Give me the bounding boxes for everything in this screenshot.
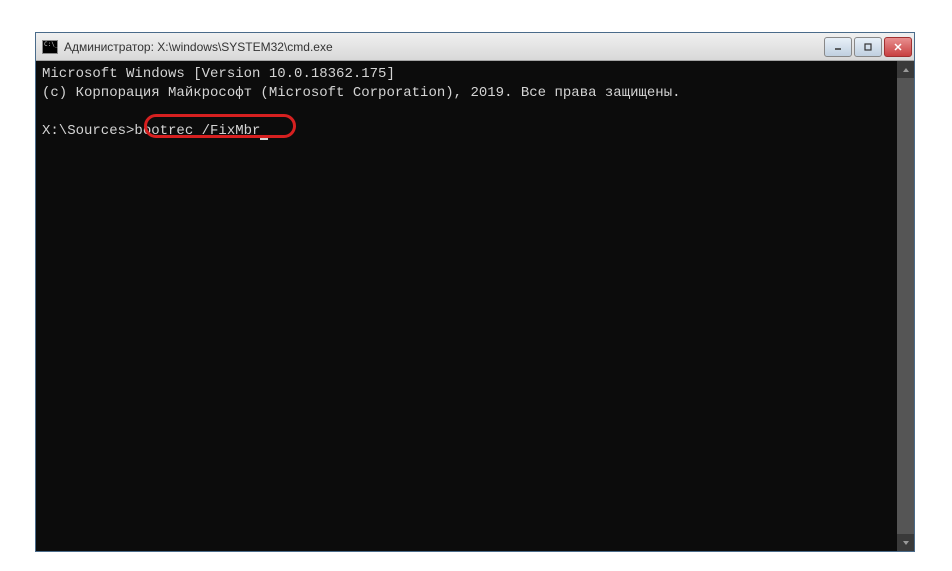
cmd-icon: [42, 40, 58, 54]
window-title: Администратор: X:\windows\SYSTEM32\cmd.e…: [64, 40, 824, 54]
cmd-window: Администратор: X:\windows\SYSTEM32\cmd.e…: [35, 32, 915, 552]
terminal-area[interactable]: Microsoft Windows [Version 10.0.18362.17…: [36, 61, 914, 551]
copyright-line: (c) Корпорация Майкрософт (Microsoft Cor…: [42, 85, 681, 101]
prompt: X:\Sources>: [42, 123, 134, 139]
window-controls: [824, 37, 912, 57]
minimize-button[interactable]: [824, 37, 852, 57]
scroll-thumb[interactable]: [897, 78, 914, 534]
cursor: [260, 137, 268, 140]
maximize-button[interactable]: [854, 37, 882, 57]
terminal-content: Microsoft Windows [Version 10.0.18362.17…: [36, 61, 914, 145]
typed-command: bootrec /FixMbr: [134, 123, 260, 139]
scroll-up-arrow[interactable]: [897, 61, 914, 78]
scroll-down-arrow[interactable]: [897, 534, 914, 551]
scroll-track[interactable]: [897, 78, 914, 534]
close-button[interactable]: [884, 37, 912, 57]
version-line: Microsoft Windows [Version 10.0.18362.17…: [42, 66, 395, 82]
vertical-scrollbar[interactable]: [897, 61, 914, 551]
titlebar[interactable]: Администратор: X:\windows\SYSTEM32\cmd.e…: [36, 33, 914, 61]
